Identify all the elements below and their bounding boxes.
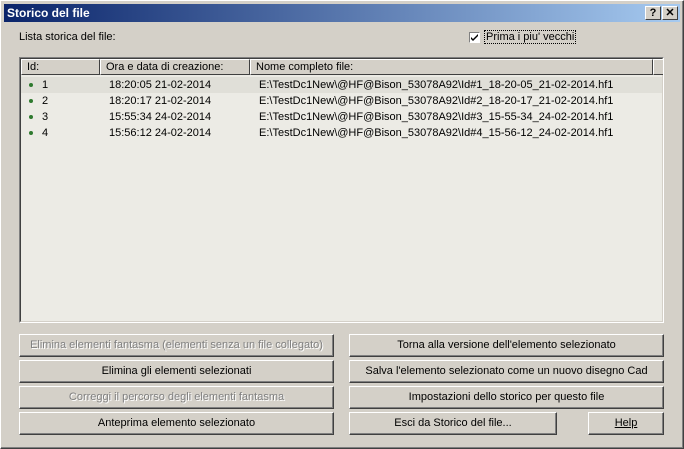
item-bullet-icon: [29, 99, 33, 103]
fix-ghost-path-button[interactable]: Correggi il percorso degli elementi fant…: [19, 386, 334, 409]
window-title: Storico del file: [7, 6, 90, 20]
table-row[interactable]: 2 18:20:17 21-02-2014 E:\TestDc1New\@HF@…: [21, 93, 662, 109]
table-row[interactable]: 3 15:55:34 24-02-2014 E:\TestDc1New\@HF@…: [21, 109, 662, 125]
list-label: Lista storica del file:: [19, 31, 116, 43]
preview-button[interactable]: Anteprima elemento selezionato: [19, 412, 334, 435]
table-row[interactable]: 4 15:56:12 24-02-2014 E:\TestDc1New\@HF@…: [21, 125, 662, 141]
help-button[interactable]: Help: [588, 412, 664, 435]
column-header-id[interactable]: Id:: [21, 59, 100, 75]
column-header-datetime[interactable]: Ora e data di creazione:: [100, 59, 250, 75]
delete-selected-button[interactable]: Elimina gli elementi selezionati: [19, 360, 334, 383]
history-list[interactable]: Id: Ora e data di creazione: Nome comple…: [19, 57, 664, 323]
column-header-filler: [653, 59, 663, 75]
revert-button[interactable]: Torna alla versione dell'elemento selezi…: [349, 334, 664, 357]
column-header-filename[interactable]: Nome completo file:: [250, 59, 653, 75]
exit-button[interactable]: Esci da Storico del file...: [349, 412, 557, 435]
item-bullet-icon: [29, 83, 33, 87]
oldest-first-label: Prima i piu' vecchi: [483, 30, 577, 44]
close-title-button[interactable]: ✕: [662, 6, 678, 20]
help-button-label: Help: [614, 417, 638, 429]
delete-ghosts-button[interactable]: Elimina elementi fantasma (elementi senz…: [19, 334, 334, 357]
help-title-button[interactable]: ?: [645, 6, 661, 20]
title-bar[interactable]: Storico del file ? ✕: [4, 4, 680, 22]
item-bullet-icon: [29, 115, 33, 119]
history-dialog: Storico del file ? ✕ Lista storica del f…: [0, 0, 684, 449]
item-bullet-icon: [29, 131, 33, 135]
table-row[interactable]: 1 18:20:05 21-02-2014 E:\TestDc1New\@HF@…: [21, 77, 662, 93]
save-as-new-button[interactable]: Salva l'elemento selezionato come un nuo…: [349, 360, 664, 383]
oldest-first-checkbox[interactable]: [469, 32, 480, 43]
history-settings-button[interactable]: Impostazioni dello storico per questo fi…: [349, 386, 664, 409]
checkmark-icon: [471, 34, 478, 41]
